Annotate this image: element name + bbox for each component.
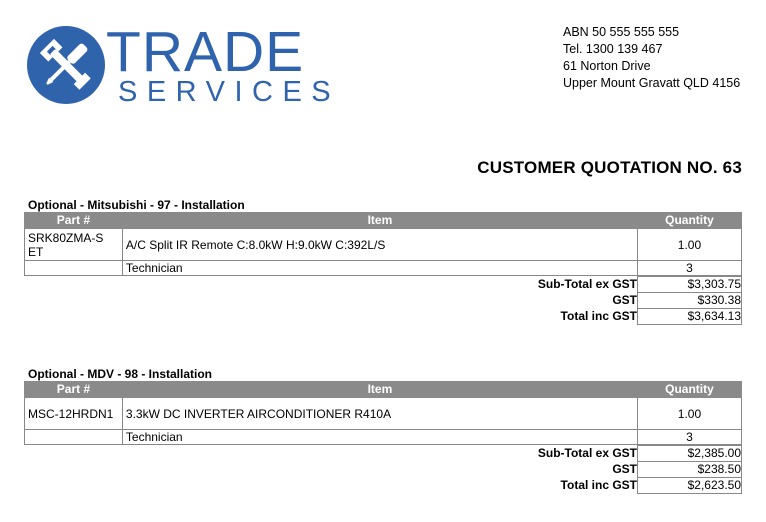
cell-part (24, 260, 123, 276)
subtotal-label: Sub-Total ex GST (537, 446, 637, 460)
total-value: $3,634.13 (637, 308, 742, 325)
company-address-line2: Upper Mount Gravatt QLD 4156 (563, 76, 741, 90)
items-table: Part # Item Quantity MSC-12HRDN1 3.3kW D… (24, 381, 743, 445)
table-header-row: Part # Item Quantity (24, 381, 743, 398)
gst-row: GST $330.38 (538, 292, 742, 309)
gst-value: $238.50 (637, 461, 742, 478)
subtotal-label: Sub-Total ex GST (537, 277, 637, 291)
subtotal-value: $3,303.75 (637, 276, 742, 293)
table-row: SRK80ZMA-SET A/C Split IR Remote C:8.0kW… (24, 228, 743, 261)
section-title: Optional - Mitsubishi - 97 - Installatio… (28, 198, 245, 212)
cell-quantity: 3 (636, 429, 743, 445)
total-label: Total inc GST (560, 478, 637, 492)
table-row: Technician 3 (24, 429, 743, 445)
gst-row: GST $238.50 (538, 461, 742, 478)
quote-section: Optional - MDV - 98 - Installation Part … (24, 367, 743, 494)
cell-quantity: 3 (636, 260, 743, 276)
company-logo: TRADE SERVICES (27, 22, 331, 107)
cell-part (24, 429, 123, 445)
cell-item: A/C Split IR Remote C:8.0kW H:9.0kW C:39… (121, 228, 638, 261)
total-value: $2,623.50 (637, 477, 742, 494)
table-header-row: Part # Item Quantity (24, 212, 743, 229)
table-row: Technician 3 (24, 260, 743, 276)
gst-label: GST (612, 293, 637, 307)
header-quantity: Quantity (636, 381, 743, 398)
quote-section: Optional - Mitsubishi - 97 - Installatio… (24, 198, 743, 325)
company-address-line1: 61 Norton Drive (563, 59, 651, 73)
cell-item: Technician (121, 260, 638, 276)
header-part: Part # (24, 381, 123, 398)
header-item: Item (121, 381, 638, 398)
logo-wordmark-trade: TRADE (106, 20, 305, 84)
total-label: Total inc GST (560, 309, 637, 323)
total-row: Total inc GST $3,634.13 (538, 308, 742, 325)
cell-quantity: 1.00 (636, 397, 743, 430)
total-row: Total inc GST $2,623.50 (538, 477, 742, 494)
subtotal-value: $2,385.00 (637, 445, 742, 462)
logo-wordmark-services: SERVICES (118, 76, 341, 108)
section-title: Optional - MDV - 98 - Installation (28, 367, 213, 381)
header-quantity: Quantity (636, 212, 743, 229)
cell-item: Technician (121, 429, 638, 445)
cell-item: 3.3kW DC INVERTER AIRCONDITIONER R410A (121, 397, 638, 430)
gst-label: GST (612, 462, 637, 476)
header-part: Part # (24, 212, 123, 229)
subtotal-row: Sub-Total ex GST $3,303.75 (537, 276, 742, 293)
cell-part: MSC-12HRDN1 (24, 397, 123, 430)
company-details: ABN 50 555 555 555 Tel. 1300 139 467 61 … (563, 24, 740, 92)
company-phone: Tel. 1300 139 467 (563, 42, 663, 56)
items-table: Part # Item Quantity SRK80ZMA-SET A/C Sp… (24, 212, 743, 276)
gst-value: $330.38 (637, 292, 742, 309)
quotation-title: CUSTOMER QUOTATION NO. 63 (477, 158, 742, 177)
wrench-screwdriver-icon (27, 26, 105, 104)
totals-table: Sub-Total ex GST $3,303.75 GST $330.38 T… (538, 276, 742, 325)
table-row: MSC-12HRDN1 3.3kW DC INVERTER AIRCONDITI… (24, 397, 743, 430)
header-item: Item (121, 212, 638, 229)
cell-quantity: 1.00 (636, 228, 743, 261)
cell-part: SRK80ZMA-SET (24, 228, 123, 261)
totals-table: Sub-Total ex GST $2,385.00 GST $238.50 T… (538, 445, 742, 494)
subtotal-row: Sub-Total ex GST $2,385.00 (537, 445, 742, 462)
company-abn: ABN 50 555 555 555 (563, 25, 680, 39)
